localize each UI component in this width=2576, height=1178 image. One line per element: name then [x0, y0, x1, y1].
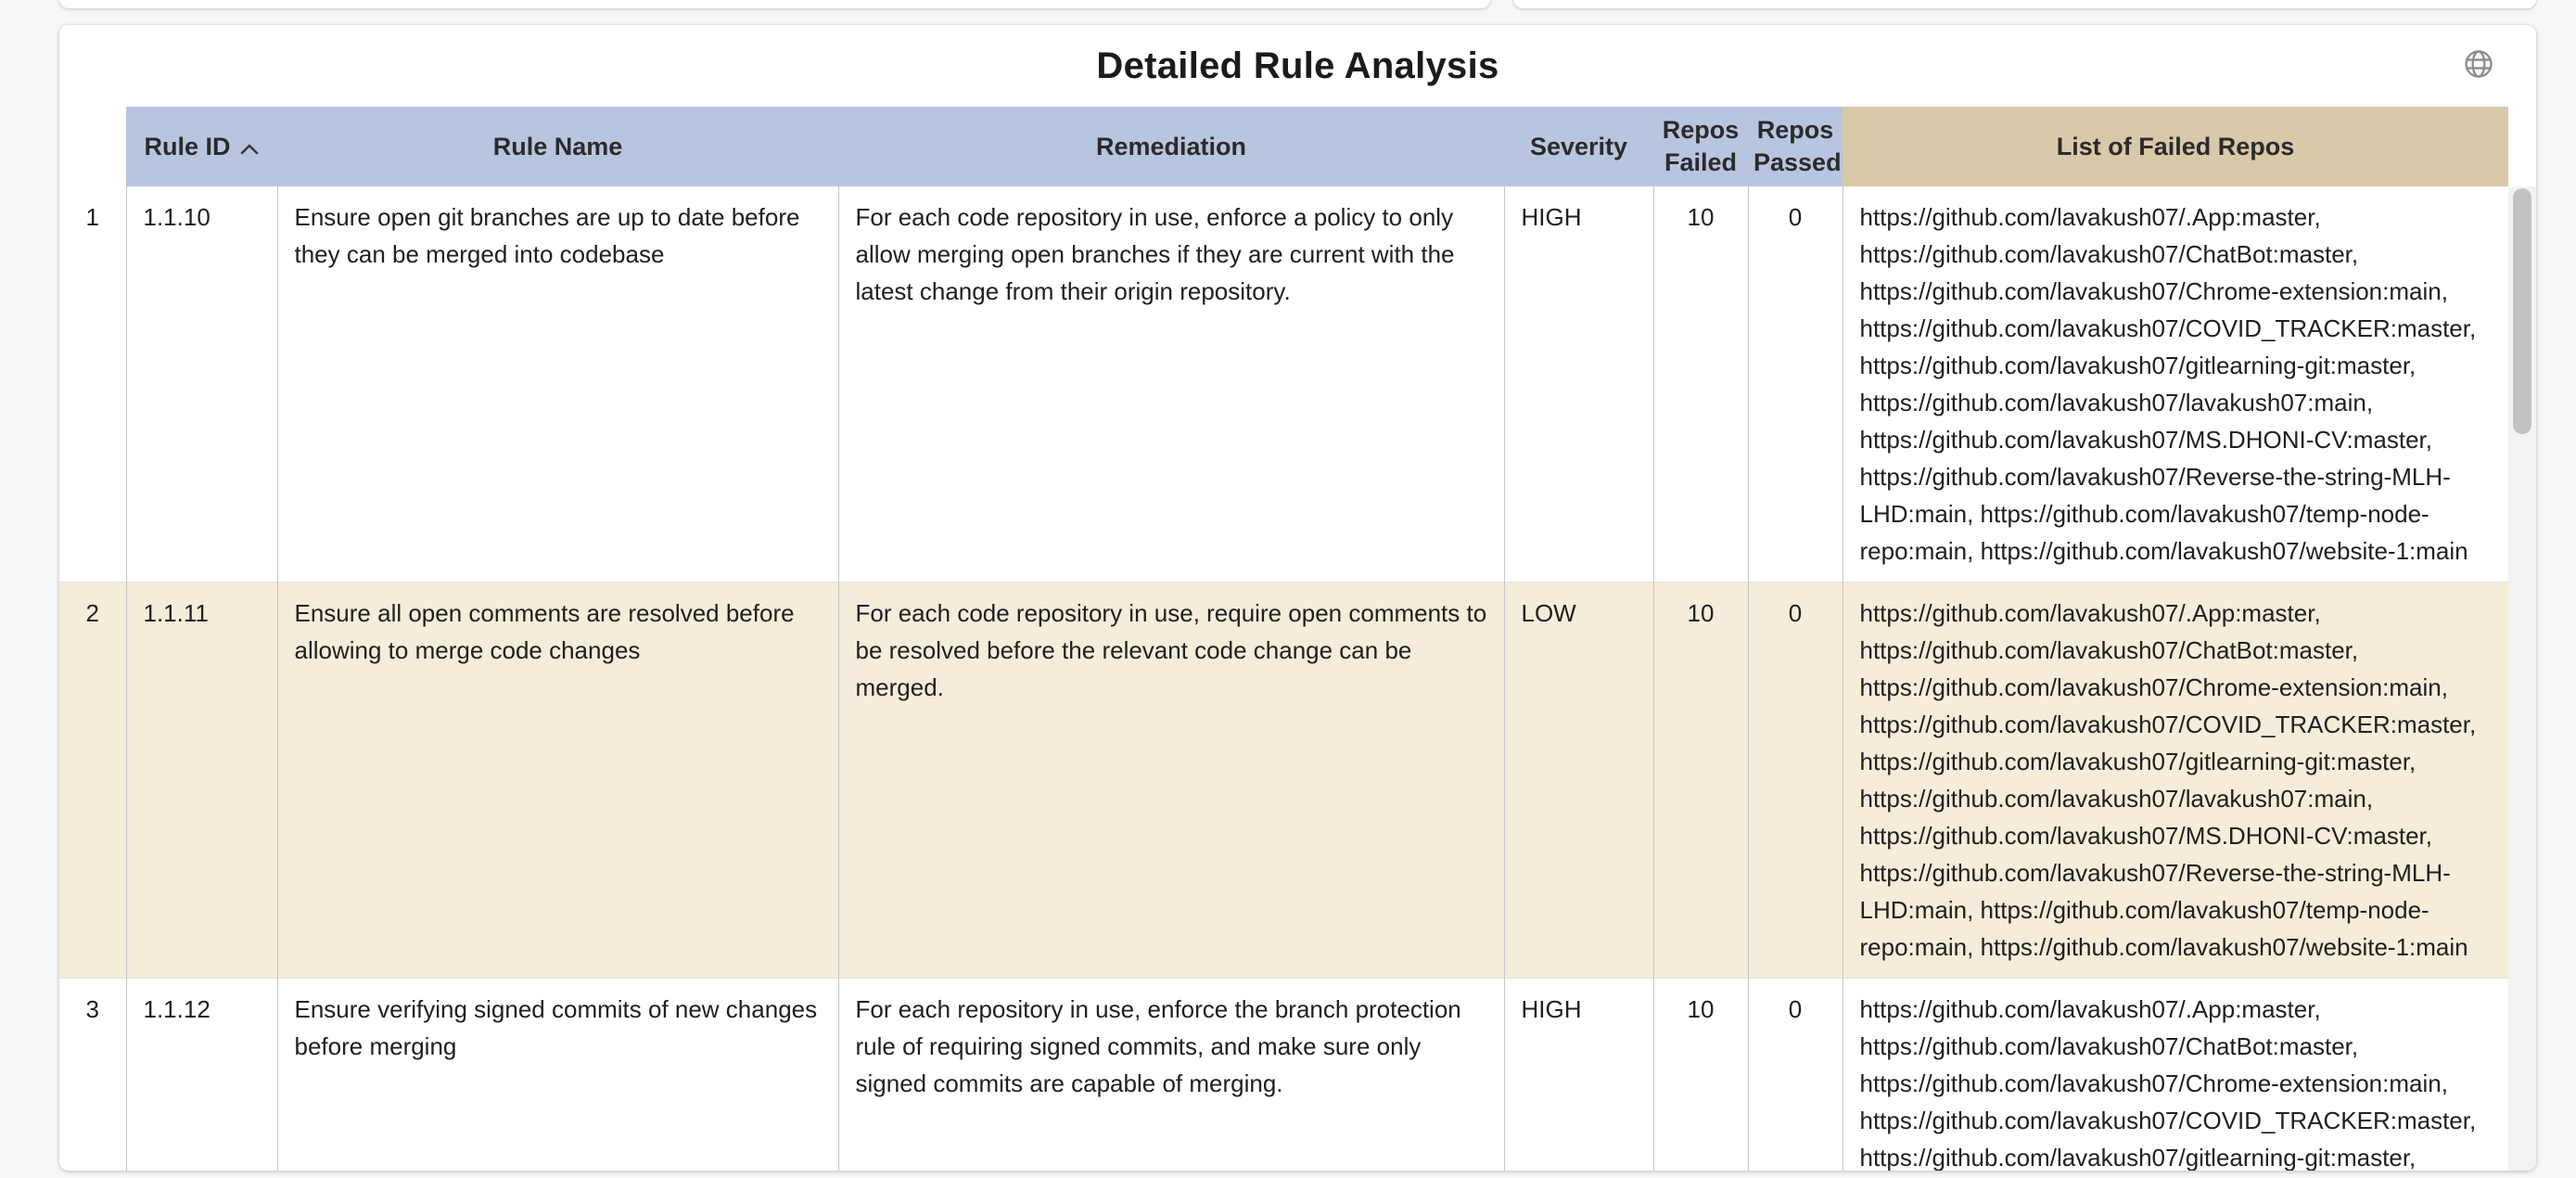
cell-rule-id: 1.1.12	[126, 979, 277, 1172]
cell-severity: HIGH	[1504, 186, 1653, 583]
card-header: Detailed Rule Analysis	[59, 25, 2536, 107]
cell-rule-id: 1.1.11	[126, 583, 277, 979]
header-row: Rule ID Rule Name Remediation Severity R…	[59, 107, 2508, 186]
table-row: 3 1.1.12 Ensure verifying signed commits…	[59, 979, 2508, 1172]
col-header-rule-name[interactable]: Rule Name	[277, 107, 838, 186]
col-header-severity[interactable]: Severity	[1504, 107, 1653, 186]
col-header-repos-passed[interactable]: Repos Passed	[1748, 107, 1843, 186]
cell-remediation: For each code repository in use, require…	[838, 583, 1504, 979]
col-header-label: Severity	[1530, 133, 1627, 160]
vertical-scrollbar[interactable]	[2508, 186, 2536, 1171]
cell-repos-failed: 10	[1653, 583, 1748, 979]
col-header-label: Rule ID	[144, 133, 230, 160]
col-header-repos-failed[interactable]: Repos Failed	[1653, 107, 1748, 186]
globe-icon[interactable]	[2462, 47, 2495, 81]
col-header-failed-repos-list[interactable]: List of Failed Repos	[1843, 107, 2508, 186]
col-header-label: Remediation	[1096, 133, 1246, 160]
table-body-viewport: 1 1.1.10 Ensure open git branches are up…	[59, 186, 2536, 1171]
cell-repos-passed: 0	[1748, 186, 1843, 583]
cell-failed-repos-list: https://github.com/lavakush07/.App:maste…	[1843, 979, 2508, 1172]
table-row: 2 1.1.11 Ensure all open comments are re…	[59, 583, 2508, 979]
cell-repos-passed: 0	[1748, 583, 1843, 979]
rule-analysis-card: Detailed Rule Analysis Rule ID Rule Name…	[59, 25, 2536, 1171]
chevron-up-icon	[239, 142, 260, 156]
col-header-label: Rule Name	[493, 133, 623, 160]
cell-rule-id: 1.1.10	[126, 186, 277, 583]
top-card-right	[1513, 0, 2536, 8]
cell-rule-name: Ensure all open comments are resolved be…	[277, 583, 838, 979]
cell-rule-name: Ensure verifying signed commits of new c…	[277, 979, 838, 1172]
table-row: 1 1.1.10 Ensure open git branches are up…	[59, 186, 2508, 583]
col-header-label: List of Failed Repos	[2057, 133, 2295, 160]
col-header-index	[59, 107, 126, 186]
cell-repos-failed: 10	[1653, 979, 1748, 1172]
rule-table-body: 1 1.1.10 Ensure open git branches are up…	[59, 186, 2508, 1171]
cell-repos-passed: 0	[1748, 979, 1843, 1172]
rule-table-header: Rule ID Rule Name Remediation Severity R…	[59, 107, 2508, 186]
cell-remediation: For each code repository in use, enforce…	[838, 186, 1504, 583]
cell-failed-repos-list: https://github.com/lavakush07/.App:maste…	[1843, 186, 2508, 583]
page-title: Detailed Rule Analysis	[1096, 45, 1498, 87]
col-header-label: Repos Passed	[1753, 116, 1842, 176]
cell-severity: HIGH	[1504, 979, 1653, 1172]
cell-rule-name: Ensure open git branches are up to date …	[277, 186, 838, 583]
cell-repos-failed: 10	[1653, 186, 1748, 583]
cell-row-number: 1	[59, 186, 126, 583]
top-card-left	[59, 0, 1490, 8]
cell-remediation: For each repository in use, enforce the …	[838, 979, 1504, 1172]
col-header-label: Repos Failed	[1663, 116, 1740, 176]
col-header-rule-id[interactable]: Rule ID	[126, 107, 277, 186]
cell-severity: LOW	[1504, 583, 1653, 979]
scrollbar-thumb[interactable]	[2513, 188, 2531, 434]
cell-failed-repos-list: https://github.com/lavakush07/.App:maste…	[1843, 583, 2508, 979]
cell-row-number: 2	[59, 583, 126, 979]
col-header-remediation[interactable]: Remediation	[838, 107, 1504, 186]
cell-row-number: 3	[59, 979, 126, 1172]
